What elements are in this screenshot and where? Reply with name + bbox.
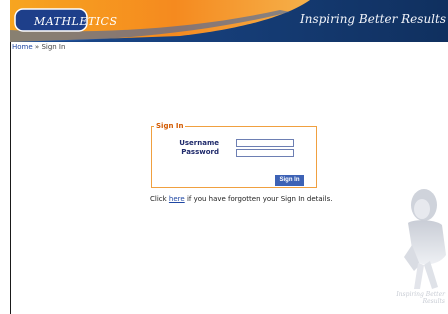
student-photo bbox=[404, 189, 446, 289]
header-tagline: Inspiring Better Results bbox=[299, 12, 446, 26]
help-prefix: Click bbox=[150, 195, 167, 203]
signin-legend: Sign In bbox=[154, 122, 186, 130]
forgot-details-text: Click here if you have forgotten your Si… bbox=[150, 195, 332, 203]
mathletics-logo[interactable]: MATHLETICS bbox=[34, 15, 118, 28]
tagline-watermark: Inspiring Better Results bbox=[396, 291, 445, 305]
breadcrumb-separator: » bbox=[34, 43, 40, 51]
breadcrumb: Home » Sign In bbox=[12, 43, 65, 51]
password-input[interactable] bbox=[236, 149, 294, 157]
site-header: MATHLETICS Inspiring Better Results bbox=[10, 0, 448, 42]
breadcrumb-current: Sign In bbox=[41, 43, 66, 51]
watermark-line2: Results bbox=[422, 298, 445, 305]
breadcrumb-home-link[interactable]: Home bbox=[12, 43, 33, 51]
username-label: Username bbox=[179, 139, 219, 147]
forgot-details-link[interactable]: here bbox=[169, 195, 185, 203]
password-label: Password bbox=[181, 148, 219, 156]
username-input[interactable] bbox=[236, 139, 294, 147]
watermark-line1: Inspiring Better bbox=[396, 291, 445, 298]
signin-button[interactable]: Sign In bbox=[275, 175, 304, 186]
help-suffix: if you have forgotten your Sign In detai… bbox=[186, 195, 333, 203]
left-border bbox=[0, 0, 11, 314]
